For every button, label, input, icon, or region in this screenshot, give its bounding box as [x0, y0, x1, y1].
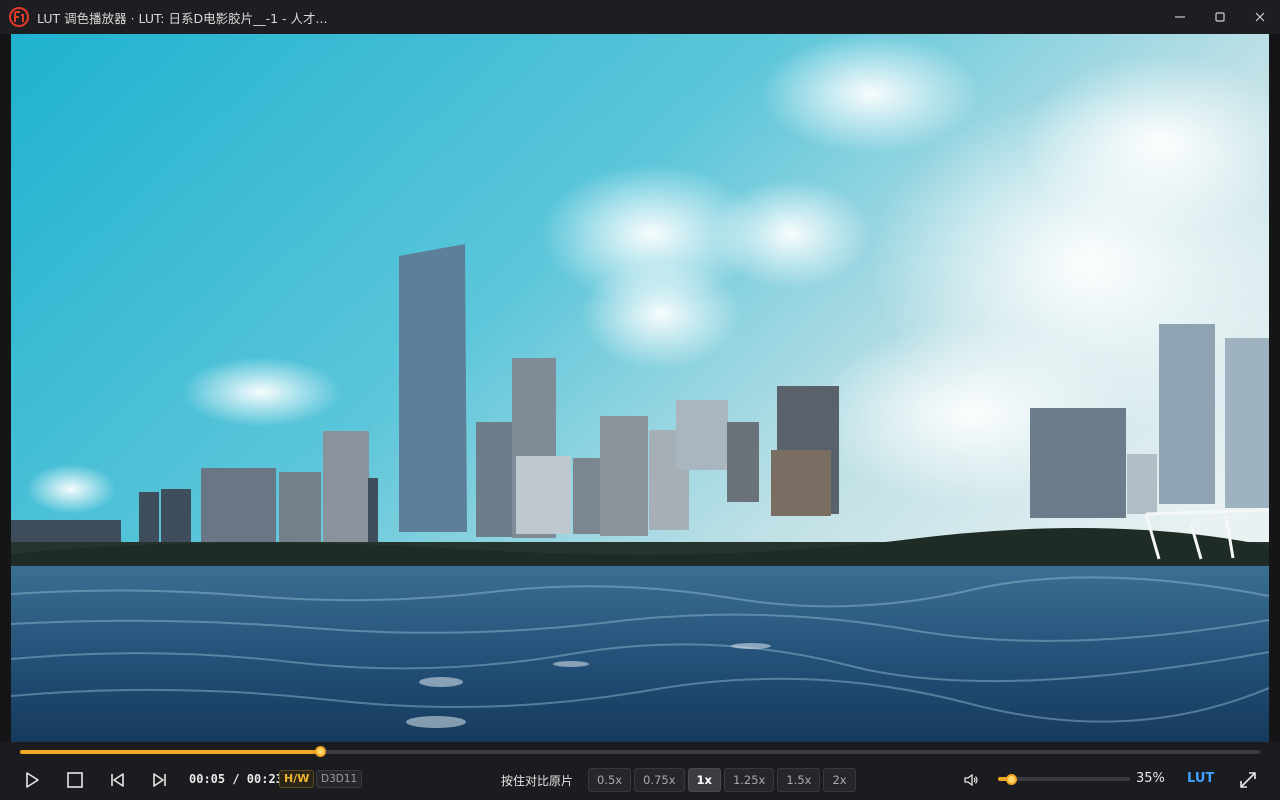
- previous-button[interactable]: [107, 770, 127, 790]
- play-button[interactable]: [22, 770, 42, 790]
- volume-icon: [964, 773, 978, 787]
- hardware-decode-badge[interactable]: H/W: [279, 770, 315, 788]
- seek-bar-progress: [20, 750, 321, 754]
- fullscreen-button[interactable]: [1238, 770, 1258, 790]
- seek-bar-handle[interactable]: [314, 746, 326, 757]
- stop-icon: [67, 772, 83, 788]
- maximize-icon: [1215, 12, 1225, 22]
- minimize-icon: [1175, 16, 1185, 18]
- speed-2x-button[interactable]: 2x: [823, 768, 856, 792]
- control-bar: 00:05 / 00:23 H/W D3D11 按住对比原片 0.5x 0.75…: [0, 760, 1280, 800]
- window-title: LUT 调色播放器 · LUT: 日系D电影胶片__-1 - 人才...: [37, 10, 328, 26]
- speed-1.25x-button[interactable]: 1.25x: [723, 768, 775, 792]
- minimize-button[interactable]: [1160, 0, 1200, 34]
- volume-slider[interactable]: [998, 773, 1130, 785]
- close-button[interactable]: [1240, 0, 1280, 34]
- next-button[interactable]: [150, 770, 170, 790]
- fullscreen-icon: [1240, 772, 1256, 788]
- seek-bar[interactable]: [20, 746, 1260, 757]
- speed-1.5x-button[interactable]: 1.5x: [777, 768, 821, 792]
- volume-button[interactable]: [962, 771, 980, 789]
- maximize-button[interactable]: [1200, 0, 1240, 34]
- speed-1x-button[interactable]: 1x: [687, 768, 721, 792]
- play-icon: [26, 772, 39, 788]
- speed-0.5x-button[interactable]: 0.5x: [588, 768, 632, 792]
- video-frame[interactable]: [11, 34, 1269, 742]
- skip-next-icon: [153, 773, 166, 787]
- close-icon: [1255, 12, 1265, 22]
- compare-original-button[interactable]: 按住对比原片: [501, 772, 573, 789]
- volume-slider-handle[interactable]: [1005, 773, 1017, 785]
- app-logo-icon: [9, 7, 29, 27]
- volume-percentage: 35%: [1136, 771, 1165, 786]
- lut-toggle-button[interactable]: LUT: [1187, 771, 1214, 786]
- title-bar: LUT 调色播放器 · LUT: 日系D电影胶片__-1 - 人才...: [0, 0, 1280, 34]
- time-display: 00:05 / 00:23: [189, 772, 283, 786]
- speed-0.75x-button[interactable]: 0.75x: [634, 768, 685, 792]
- skip-previous-icon: [111, 773, 124, 787]
- stop-button[interactable]: [65, 770, 85, 790]
- speed-selector: 0.5x 0.75x 1x 1.25x 1.5x 2x: [588, 768, 856, 792]
- renderer-badge: D3D11: [316, 770, 363, 788]
- video-area[interactable]: [0, 34, 1280, 742]
